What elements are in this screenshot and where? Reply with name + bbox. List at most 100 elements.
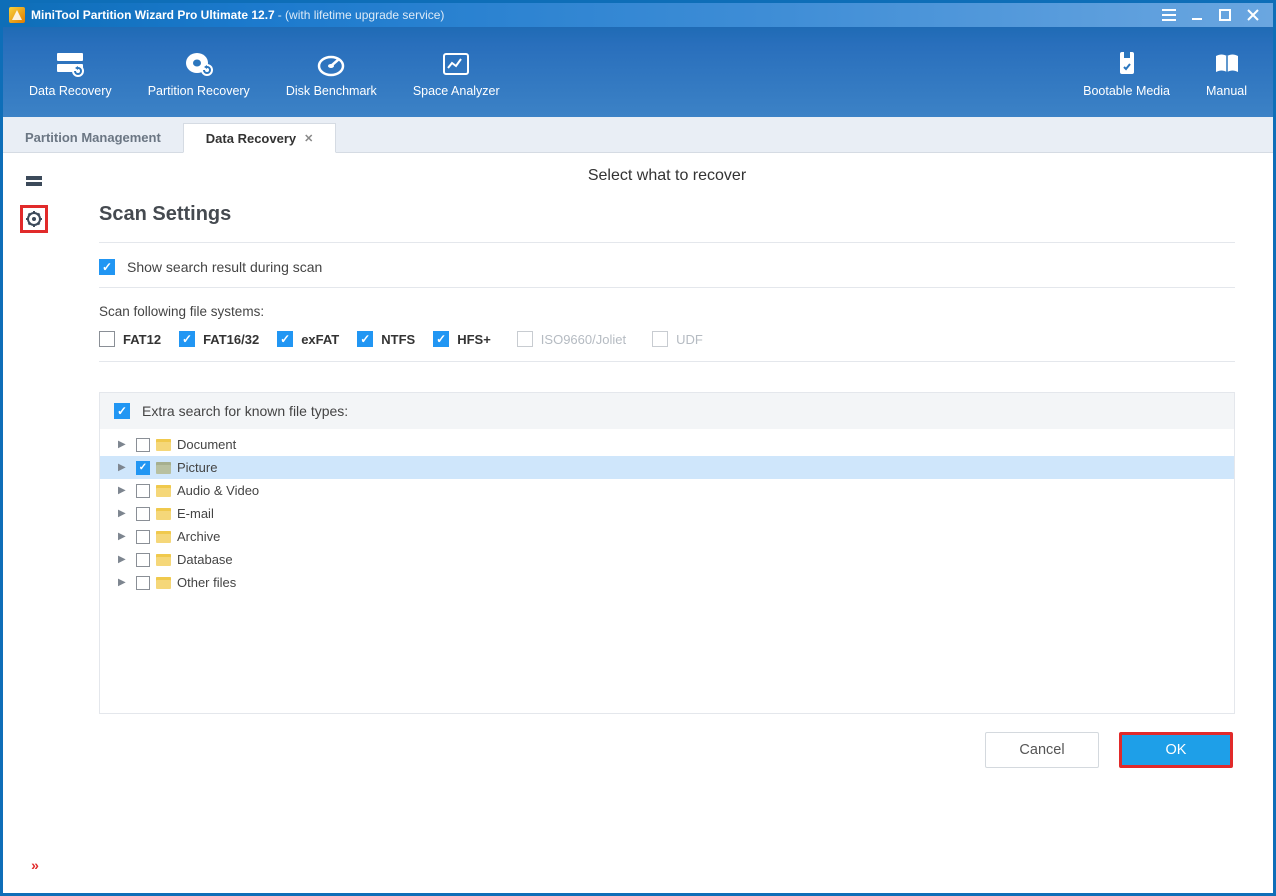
ribbon-label: Space Analyzer xyxy=(413,84,500,98)
show-result-checkbox[interactable] xyxy=(99,259,115,275)
sidebar-settings-icon[interactable] xyxy=(20,205,48,233)
fs-label-text: ISO9660/Joliet xyxy=(541,332,626,347)
fs-label-text: exFAT xyxy=(301,332,339,347)
menu-icon[interactable] xyxy=(1161,7,1177,23)
folder-icon xyxy=(156,531,171,543)
folder-icon xyxy=(156,508,171,520)
tree-checkbox[interactable] xyxy=(136,530,150,544)
titlebar: MiniTool Partition Wizard Pro Ultimate 1… xyxy=(3,3,1273,27)
left-sidebar: » xyxy=(3,153,65,893)
tree-checkbox[interactable] xyxy=(136,461,150,475)
ribbon-space-analyzer[interactable]: Space Analyzer xyxy=(395,42,518,102)
sidebar-expand-icon[interactable]: » xyxy=(31,857,37,873)
fs-item-udf: UDF xyxy=(652,331,703,347)
app-window: MiniTool Partition Wizard Pro Ultimate 1… xyxy=(3,3,1273,893)
ribbon-bootable-media[interactable]: Bootable Media xyxy=(1065,42,1188,102)
tree-label: Other files xyxy=(177,575,236,590)
ribbon-label: Manual xyxy=(1206,84,1247,98)
fs-section-label: Scan following file systems: xyxy=(99,304,1235,319)
tree-row-other-files[interactable]: ▶ Other files xyxy=(100,571,1234,594)
tree-row-picture[interactable]: ▶ Picture xyxy=(100,456,1234,479)
data-recovery-icon xyxy=(55,50,85,78)
fs-item-iso9660: ISO9660/Joliet xyxy=(517,331,626,347)
window-controls xyxy=(1161,7,1273,23)
extra-search-label: Extra search for known file types: xyxy=(142,403,348,419)
ok-button[interactable]: OK xyxy=(1119,732,1233,768)
cancel-button[interactable]: Cancel xyxy=(985,732,1099,768)
divider xyxy=(99,361,1235,362)
tree-label: Database xyxy=(177,552,233,567)
tree-checkbox[interactable] xyxy=(136,507,150,521)
tab-data-recovery[interactable]: Data Recovery ✕ xyxy=(183,123,337,153)
window-subtitle: - (with lifetime upgrade service) xyxy=(278,8,445,22)
folder-icon xyxy=(156,439,171,451)
app-logo-icon xyxy=(9,7,25,23)
chevron-right-icon[interactable]: ▶ xyxy=(118,531,130,542)
chevron-right-icon[interactable]: ▶ xyxy=(118,439,130,450)
tree-row-database[interactable]: ▶ Database xyxy=(100,548,1234,571)
ribbon-data-recovery[interactable]: Data Recovery xyxy=(11,42,130,102)
file-types-header: Extra search for known file types: xyxy=(100,393,1234,429)
sidebar-drive-icon[interactable] xyxy=(20,167,48,195)
ribbon-disk-benchmark[interactable]: Disk Benchmark xyxy=(268,42,395,102)
folder-icon xyxy=(156,554,171,566)
tree-checkbox[interactable] xyxy=(136,484,150,498)
fs-label-text: FAT12 xyxy=(123,332,161,347)
space-analyzer-icon xyxy=(441,50,471,78)
ribbon-partition-recovery[interactable]: Partition Recovery xyxy=(130,42,268,102)
chevron-right-icon[interactable]: ▶ xyxy=(118,485,130,496)
folder-icon xyxy=(156,577,171,589)
bootable-media-icon xyxy=(1112,50,1142,78)
extra-search-checkbox[interactable] xyxy=(114,403,130,419)
body: » Select what to recover Scan Settings S… xyxy=(3,153,1273,893)
fs-checkbox xyxy=(652,331,668,347)
fs-item-fat16-32: FAT16/32 xyxy=(179,331,259,347)
window-title: MiniTool Partition Wizard Pro Ultimate 1… xyxy=(31,8,275,22)
chevron-right-icon[interactable]: ▶ xyxy=(118,508,130,519)
fs-checkbox[interactable] xyxy=(357,331,373,347)
manual-icon xyxy=(1212,50,1242,78)
ribbon-toolbar: Data Recovery Partition Recovery Disk Be… xyxy=(3,27,1273,117)
chevron-right-icon[interactable]: ▶ xyxy=(118,577,130,588)
section-title: Scan Settings xyxy=(99,203,1235,226)
tree-checkbox[interactable] xyxy=(136,576,150,590)
file-types-panel: Extra search for known file types: ▶ Docu… xyxy=(99,392,1235,714)
chevron-right-icon[interactable]: ▶ xyxy=(118,462,130,473)
tab-close-icon[interactable]: ✕ xyxy=(304,132,313,145)
close-icon[interactable] xyxy=(1245,7,1261,23)
fs-checkbox[interactable] xyxy=(277,331,293,347)
show-result-label: Show search result during scan xyxy=(127,259,322,275)
fs-checkbox[interactable] xyxy=(179,331,195,347)
tabbar: Partition Management Data Recovery ✕ xyxy=(3,117,1273,153)
tree-row-document[interactable]: ▶ Document xyxy=(100,433,1234,456)
ribbon-label: Data Recovery xyxy=(29,84,112,98)
fs-item-fat12: FAT12 xyxy=(99,331,161,347)
fs-item-exfat: exFAT xyxy=(277,331,339,347)
tree-label: Archive xyxy=(177,529,220,544)
tree-row-audio-video[interactable]: ▶ Audio & Video xyxy=(100,479,1234,502)
minimize-icon[interactable] xyxy=(1189,7,1205,23)
content-pane: Select what to recover Scan Settings Sho… xyxy=(65,153,1273,893)
partition-recovery-icon xyxy=(184,50,214,78)
tree-checkbox[interactable] xyxy=(136,438,150,452)
tree-checkbox[interactable] xyxy=(136,553,150,567)
divider xyxy=(99,287,1235,288)
fs-checkbox[interactable] xyxy=(433,331,449,347)
maximize-icon[interactable] xyxy=(1217,7,1233,23)
tree-label: Document xyxy=(177,437,236,452)
fs-label-text: UDF xyxy=(676,332,703,347)
tree-row-archive[interactable]: ▶ Archive xyxy=(100,525,1234,548)
tree-row-email[interactable]: ▶E-mail xyxy=(100,502,1234,525)
fs-checkbox xyxy=(517,331,533,347)
chevron-right-icon[interactable]: ▶ xyxy=(118,554,130,565)
folder-icon xyxy=(156,485,171,497)
ribbon-label: Bootable Media xyxy=(1083,84,1170,98)
button-row: Cancel OK xyxy=(99,714,1235,796)
ribbon-manual[interactable]: Manual xyxy=(1188,42,1265,102)
tab-partition-management[interactable]: Partition Management xyxy=(3,122,183,152)
tree-label: Picture xyxy=(177,460,217,475)
ribbon-label: Partition Recovery xyxy=(148,84,250,98)
tree-label: Audio & Video xyxy=(177,483,259,498)
fs-checkbox[interactable] xyxy=(99,331,115,347)
page-title: Select what to recover xyxy=(99,161,1235,203)
